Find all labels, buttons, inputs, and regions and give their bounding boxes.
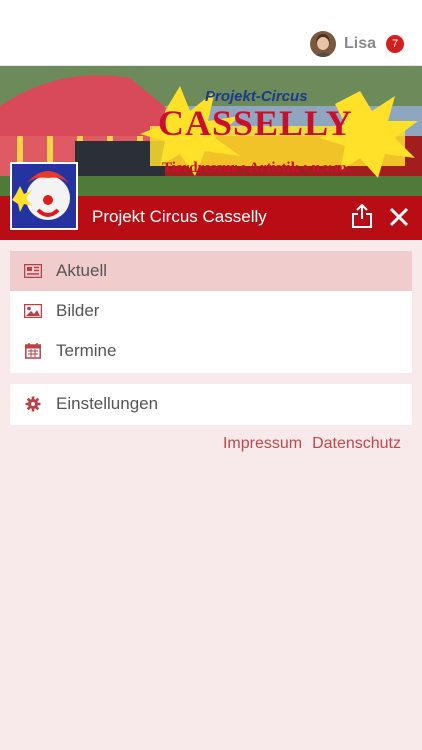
datenschutz-link[interactable]: Datenschutz [312, 435, 401, 453]
close-button[interactable] [388, 206, 410, 228]
menu-item-label: Bilder [56, 301, 100, 320]
menu-item-aktuell[interactable]: Aktuell [10, 251, 412, 291]
footer-links: Impressum Datenschutz [223, 435, 401, 453]
close-icon [389, 207, 409, 227]
gear-icon [24, 395, 42, 413]
main-menu: Aktuell Bilder Termine [10, 251, 412, 373]
username[interactable]: Lisa [344, 35, 376, 53]
menu-item-bilder[interactable]: Bilder [10, 291, 412, 331]
menu-item-label: Aktuell [56, 261, 108, 280]
logo-subtitle: Tierdressur • Artistik • u.v.m. [162, 160, 351, 176]
notification-badge[interactable]: 7 [386, 35, 404, 53]
share-icon [352, 203, 372, 228]
site-title: Projekt Circus Casselly [92, 207, 267, 226]
share-button[interactable] [350, 203, 374, 229]
menu-item-label: Termine [56, 341, 117, 360]
menu-item-einstellungen[interactable]: Einstellungen [10, 384, 412, 424]
clown-thumbnail [10, 162, 78, 230]
avatar[interactable] [309, 31, 336, 57]
image-icon [24, 302, 42, 320]
newspaper-icon [24, 262, 42, 280]
calendar-icon [24, 342, 42, 360]
impressum-link[interactable]: Impressum [223, 435, 302, 453]
top-bar: Lisa 7 [0, 0, 422, 66]
user-menu[interactable]: Lisa 7 [309, 30, 404, 58]
menu-item-label: Einstellungen [56, 394, 159, 413]
logo-main-text: CASSELLY [158, 103, 353, 143]
menu-item-termine[interactable]: Termine [10, 331, 412, 371]
settings-menu: Einstellungen [10, 384, 412, 425]
